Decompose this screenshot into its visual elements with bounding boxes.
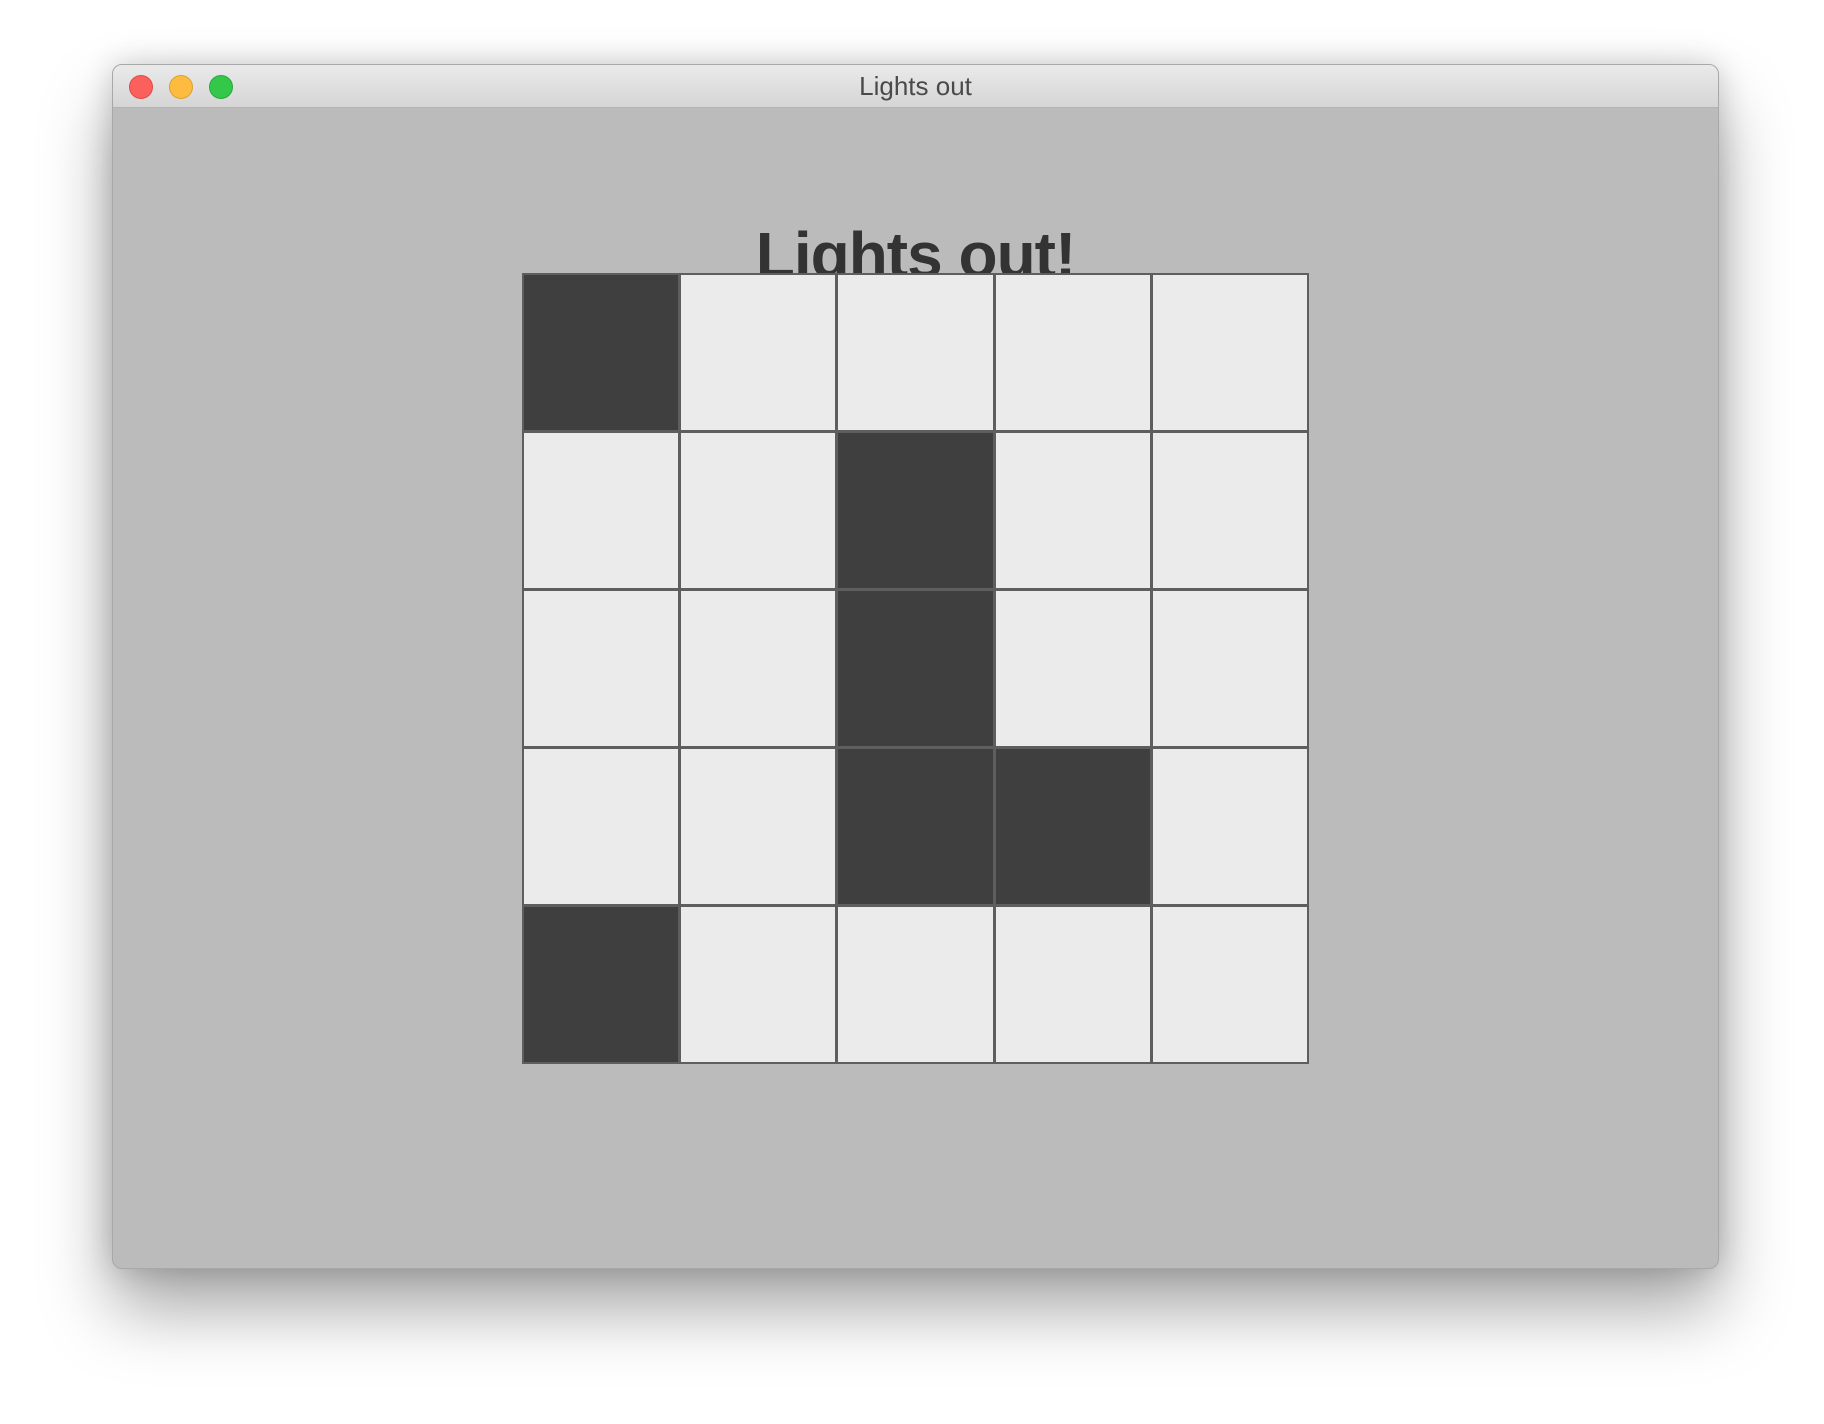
window-title: Lights out bbox=[859, 71, 972, 101]
light-cell-r2-c2[interactable] bbox=[681, 433, 836, 588]
light-cell-r1-c3[interactable] bbox=[838, 275, 993, 430]
light-cell-r2-c4[interactable] bbox=[995, 433, 1150, 588]
light-cell-r4-c1[interactable] bbox=[524, 749, 679, 904]
light-cell-r1-c4[interactable] bbox=[995, 275, 1150, 430]
light-cell-r5-c1[interactable] bbox=[524, 907, 679, 1062]
light-cell-r4-c3[interactable] bbox=[838, 749, 993, 904]
light-cell-r4-c5[interactable] bbox=[1152, 749, 1307, 904]
light-cell-r5-c4[interactable] bbox=[995, 907, 1150, 1062]
light-cell-r3-c1[interactable] bbox=[524, 591, 679, 746]
light-cell-r1-c2[interactable] bbox=[681, 275, 836, 430]
app-window: Lights out Lights out! bbox=[112, 64, 1719, 1269]
light-cell-r3-c5[interactable] bbox=[1152, 591, 1307, 746]
light-cell-r5-c3[interactable] bbox=[838, 907, 993, 1062]
light-cell-r1-c5[interactable] bbox=[1152, 275, 1307, 430]
light-cell-r2-c5[interactable] bbox=[1152, 433, 1307, 588]
light-cell-r4-c4[interactable] bbox=[995, 749, 1150, 904]
light-cell-r3-c3[interactable] bbox=[838, 591, 993, 746]
light-cell-r5-c2[interactable] bbox=[681, 907, 836, 1062]
light-cell-r3-c4[interactable] bbox=[995, 591, 1150, 746]
light-cell-r2-c1[interactable] bbox=[524, 433, 679, 588]
game-board bbox=[522, 273, 1309, 1064]
light-cell-r2-c3[interactable] bbox=[838, 433, 993, 588]
light-cell-r4-c2[interactable] bbox=[681, 749, 836, 904]
light-cell-r1-c1[interactable] bbox=[524, 275, 679, 430]
light-cell-r5-c5[interactable] bbox=[1152, 907, 1307, 1062]
title-bar[interactable]: Lights out bbox=[113, 65, 1718, 108]
light-cell-r3-c2[interactable] bbox=[681, 591, 836, 746]
